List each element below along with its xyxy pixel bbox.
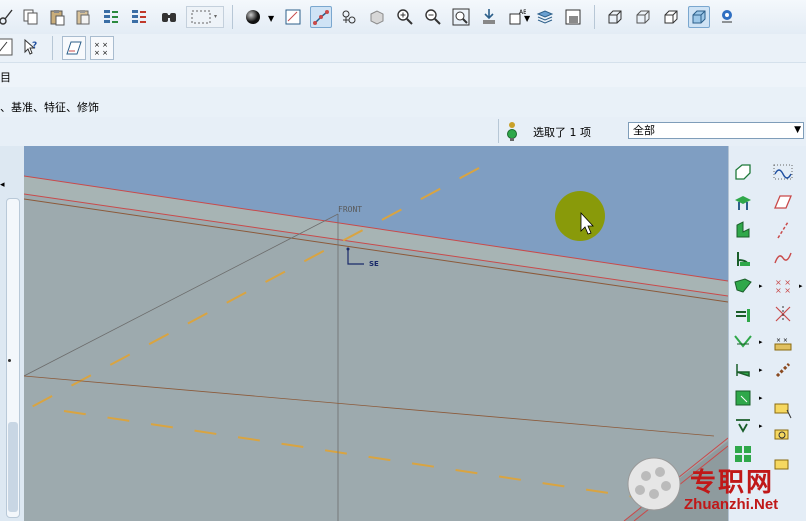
panel-collapse-arrow-icon[interactable]: ◂ — [0, 180, 5, 190]
ribbon-band-2: 、基准、特征、修饰 — [0, 87, 806, 117]
selection-filter-dropdown[interactable]: 全部 ▼ — [628, 122, 804, 139]
hole-icon[interactable] — [731, 302, 755, 326]
refit-icon[interactable] — [450, 6, 472, 28]
revolve-icon[interactable] — [731, 246, 755, 270]
scrollbar-thumb[interactable] — [8, 422, 18, 512]
shaded-icon[interactable] — [688, 6, 710, 28]
shading-dropdown-icon[interactable]: ▼ — [268, 14, 274, 23]
flyout-arrow-icon[interactable]: ▸ — [759, 422, 763, 430]
separator — [498, 119, 499, 143]
datum-point-display-icon[interactable] — [338, 6, 360, 28]
sash-grip — [8, 359, 11, 362]
curve-icon[interactable] — [771, 160, 795, 184]
ribbon-band-1: 目 — [0, 62, 806, 88]
csys-marker — [347, 248, 364, 265]
second-toolbar: ? × × × × — [0, 34, 806, 62]
cursor-highlight — [555, 191, 605, 241]
dimension-icon[interactable]: × × — [771, 330, 795, 354]
chamfer-icon[interactable] — [731, 358, 755, 382]
ribbon-label-filter-categories: 、基准、特征、修饰 — [0, 101, 99, 114]
spline-icon[interactable] — [771, 246, 795, 270]
scissors-icon[interactable] — [0, 6, 18, 28]
axis-tool-icon[interactable] — [731, 190, 755, 214]
sketch-icon[interactable] — [0, 36, 14, 58]
svg-text:× ×: × × — [775, 286, 791, 295]
separator — [232, 5, 233, 29]
datum-plane-label: FRONT — [338, 205, 363, 214]
zoom-out-icon[interactable] — [422, 6, 444, 28]
svg-text:× ×: × × — [94, 41, 108, 49]
point-offset-icon[interactable] — [771, 302, 795, 326]
shell-icon[interactable] — [731, 414, 755, 438]
sketch-tool-icon[interactable] — [771, 190, 795, 214]
reorient-icon[interactable] — [478, 6, 500, 28]
hidden-line-icon[interactable] — [632, 6, 654, 28]
traffic-light-icon — [505, 120, 519, 142]
line-tool-icon[interactable] — [771, 218, 795, 242]
construction-line — [24, 213, 339, 377]
flyout-arrow-icon[interactable]: ▸ — [759, 338, 763, 346]
svg-text:× ×: × × — [94, 49, 108, 57]
regenerate-icon[interactable] — [100, 6, 122, 28]
draft-icon[interactable] — [731, 386, 755, 410]
flyout-arrow-icon[interactable]: ▸ — [759, 394, 763, 402]
flyout-arrow-icon[interactable]: ▸ — [759, 282, 763, 290]
regenerate-manager-icon[interactable] — [128, 6, 150, 28]
paste-icon[interactable] — [46, 6, 68, 28]
svg-text:× ×: × × — [776, 337, 788, 344]
datum-plane-display-icon[interactable] — [282, 6, 304, 28]
point-icon[interactable]: × × × × — [771, 274, 795, 298]
layers-icon[interactable] — [534, 6, 556, 28]
model-graphics — [24, 146, 728, 521]
extrude-icon[interactable] — [731, 218, 755, 242]
left-panel: ◂ — [0, 146, 25, 521]
selection-count-text: 选取了 1 项 — [533, 126, 591, 139]
select-box-icon[interactable] — [186, 6, 224, 28]
paste-special-icon[interactable] — [72, 6, 94, 28]
separator — [52, 36, 53, 60]
zoom-in-icon[interactable] — [394, 6, 416, 28]
datum-point-tool-icon[interactable]: × × × × — [90, 36, 114, 60]
saved-views-dropdown-icon[interactable]: ▼ — [524, 14, 530, 23]
datum-tag-icon[interactable] — [771, 424, 795, 448]
copy-icon[interactable] — [20, 6, 42, 28]
find-icon[interactable] — [158, 6, 180, 28]
no-hidden-icon[interactable] — [660, 6, 682, 28]
ribbon-label-partial: 目 — [0, 71, 11, 84]
chevron-down-icon: ▼ — [794, 125, 801, 135]
wireframe-icon[interactable] — [604, 6, 626, 28]
view-manager-icon[interactable] — [562, 6, 584, 28]
watermark-brand-cn: 专职网 — [690, 468, 775, 498]
spin-center-icon[interactable] — [716, 6, 738, 28]
flyout-arrow-icon[interactable]: ▸ — [759, 366, 763, 374]
flyout-arrow-icon[interactable]: ▸ — [799, 282, 803, 290]
shading-sphere-icon[interactable] — [242, 6, 264, 28]
chain-icon[interactable] — [771, 358, 795, 382]
datum-plane-tool-icon[interactable] — [62, 36, 86, 60]
sweep-icon[interactable] — [731, 274, 755, 298]
watermark-globe-icon — [626, 456, 682, 512]
svg-text:?: ? — [32, 41, 37, 51]
watermark-brand-en: Zhuanzhi.Net — [684, 496, 779, 513]
csys-origin — [346, 247, 350, 251]
selection-filter-value: 全部 — [633, 124, 655, 137]
csys-display-icon[interactable] — [366, 6, 388, 28]
plane-icon[interactable] — [731, 160, 755, 184]
whats-this-icon[interactable]: ? — [20, 36, 42, 58]
layer-tag-icon[interactable] — [771, 452, 795, 476]
note-icon[interactable] — [771, 398, 795, 422]
csys-label: SE — [369, 260, 379, 268]
graphics-viewport[interactable]: FRONT SE — [24, 146, 728, 521]
datum-axis-display-icon[interactable] — [310, 6, 332, 28]
top-toolbar: ▼ AB ▼ — [0, 0, 806, 35]
separator — [594, 5, 595, 29]
construction-line — [24, 375, 715, 437]
round-icon[interactable] — [731, 330, 755, 354]
